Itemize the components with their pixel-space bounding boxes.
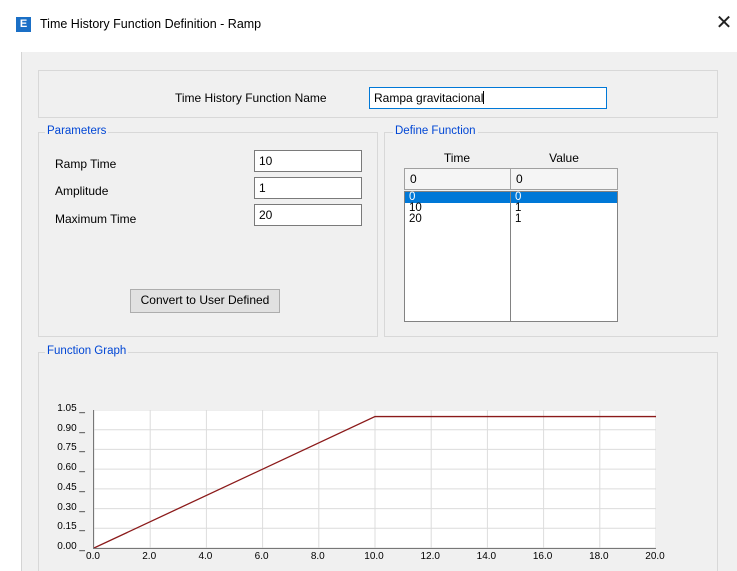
title-bar: E Time History Function Definition - Ram… xyxy=(0,0,737,52)
y-tick-label: 0.60 _ xyxy=(57,462,85,474)
maximum-time-label: Maximum Time xyxy=(55,212,137,226)
amplitude-input[interactable]: 1 xyxy=(254,177,362,199)
plot-area xyxy=(93,410,656,549)
function-graph-legend: Function Graph xyxy=(45,345,129,357)
function-name-label: Time History Function Name xyxy=(175,91,327,105)
convert-to-user-defined-button[interactable]: Convert to User Defined xyxy=(130,289,280,313)
value-list-item[interactable]: 1 xyxy=(511,213,617,225)
y-tick-label: 0.15 _ xyxy=(57,521,85,533)
x-tick-label: 4.0 xyxy=(198,551,213,562)
maximum-time-input[interactable]: 20 xyxy=(254,204,362,226)
x-tick-label: 8.0 xyxy=(310,551,325,562)
y-tick-label: 1.05 _ xyxy=(57,403,85,414)
value-list-item[interactable]: 1 xyxy=(511,202,617,214)
y-tick-label: 0.45 _ xyxy=(57,481,85,493)
time-list[interactable]: 0 10 20 xyxy=(404,191,511,322)
value-list[interactable]: 0 1 1 xyxy=(510,191,618,322)
value-entry-input[interactable]: 0 xyxy=(510,168,618,190)
parameters-legend: Parameters xyxy=(45,125,109,137)
app-icon: E xyxy=(16,17,31,32)
y-tick-label: 0.90 _ xyxy=(57,422,85,434)
x-tick-label: 2.0 xyxy=(142,551,157,562)
value-list-item[interactable]: 0 xyxy=(511,191,617,203)
time-entry-input[interactable]: 0 xyxy=(404,168,511,190)
time-column-header: Time xyxy=(443,151,471,165)
window-title: Time History Function Definition - Ramp xyxy=(40,17,262,31)
data-point xyxy=(374,415,376,418)
x-tick-label: 14.0 xyxy=(476,551,497,562)
x-tick-label: 6.0 xyxy=(254,551,269,562)
ramp-time-label: Ramp Time xyxy=(55,157,117,171)
y-tick-label: 0.30 _ xyxy=(57,501,85,513)
value-column-header: Value xyxy=(549,151,579,165)
x-tick-label: 16.0 xyxy=(532,551,553,562)
x-tick-label: 20.0 xyxy=(645,551,665,562)
y-tick-label: 0.75 _ xyxy=(57,442,85,454)
x-tick-label: 18.0 xyxy=(589,551,609,562)
function-name-input[interactable]: Rampa gravitacional xyxy=(369,87,607,109)
define-function-legend: Define Function xyxy=(393,125,478,137)
x-tick-label: 12.0 xyxy=(420,551,440,562)
time-list-item[interactable]: 20 xyxy=(405,213,510,225)
x-tick-label: 10.0 xyxy=(364,551,384,562)
x-tick-label: 0.0 xyxy=(86,551,100,562)
text-caret xyxy=(483,91,485,104)
function-graph-svg xyxy=(94,410,656,548)
amplitude-label: Amplitude xyxy=(55,184,109,198)
ramp-time-input[interactable]: 10 xyxy=(254,150,362,172)
close-button[interactable]: ✕ xyxy=(712,12,736,36)
function-name-value: Rampa gravitacional xyxy=(374,91,484,105)
